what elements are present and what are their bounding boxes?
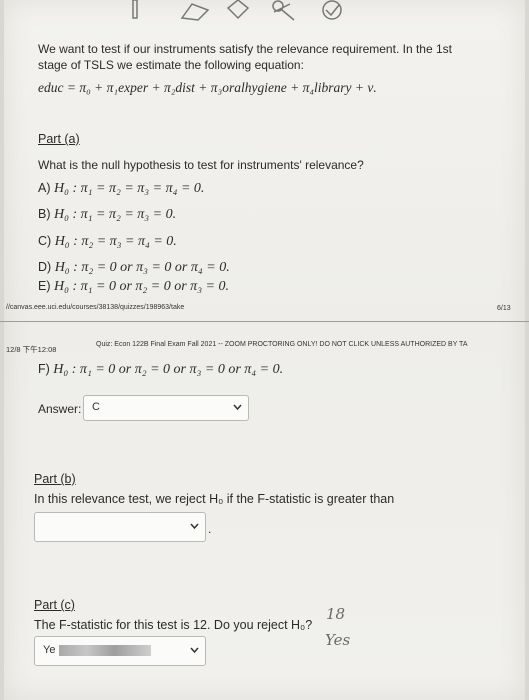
option-d-text: H₀ : π₂ = 0 or π₃ = 0 or π₄ = 0. [54, 260, 230, 275]
option-d-letter: D) [38, 260, 52, 274]
answer-select[interactable]: C [83, 395, 249, 421]
page-sheet [4, 0, 525, 700]
option-c-text: H₀ : π₂ = π₃ = π₄ = 0. [54, 234, 177, 249]
option-f-text: H₀ : π₁ = 0 or π₂ = 0 or π₃ = 0 or π₄ = … [53, 362, 284, 377]
intro-line-2: stage of TSLS we estimate the following … [38, 58, 304, 72]
page-url: //canvas.eee.uci.edu/courses/38138/quizz… [6, 304, 185, 311]
part-c-heading: Part (c) [34, 598, 75, 612]
eraser-icon[interactable] [224, 0, 252, 22]
option-b-text: H₀ : π₁ = π₂ = π₃ = 0. [53, 207, 177, 222]
annotation-toolbar [120, 0, 380, 24]
chevron-down-icon [190, 523, 199, 530]
page-break-divider [0, 321, 529, 322]
redaction-mark [59, 645, 151, 656]
intro-line-1: We want to test if our instruments satis… [38, 42, 452, 56]
part-a-heading: Part (a) [38, 132, 80, 146]
chevron-down-icon [190, 647, 199, 654]
shapes-icon[interactable] [320, 0, 346, 22]
part-b-question: In this relevance test, we reject H₀ if … [34, 492, 395, 506]
rejection-threshold-select[interactable] [34, 512, 206, 542]
pen-icon[interactable] [128, 0, 142, 22]
option-a: A) H₀ : π₁ = π₂ = π₃ = π₄ = 0. [38, 181, 204, 197]
answer-label: Answer: [38, 402, 82, 416]
quiz-title: Quiz: Econ 122B Final Exam Fall 2021 -- … [96, 341, 468, 348]
part-b-period: . [208, 522, 212, 536]
page-number: 6/13 [497, 305, 511, 312]
option-a-letter: A) [38, 181, 51, 195]
chevron-down-icon [233, 404, 242, 411]
part-b-heading: Part (b) [34, 472, 76, 486]
option-d: D) H₀ : π₂ = 0 or π₃ = 0 or π₄ = 0. [38, 260, 230, 276]
option-b: B) H₀ : π₁ = π₂ = π₃ = 0. [38, 207, 176, 223]
part-c-question: The F-statistic for this test is 12. Do … [34, 618, 313, 632]
answer-select-value: C [92, 401, 100, 413]
option-f-letter: F) [38, 362, 50, 376]
option-e: E) H₀ : π₁ = 0 or π₂ = 0 or π₃ = 0. [38, 279, 229, 295]
handwritten-number: 18 [326, 605, 346, 623]
reject-decision-value: Ye [43, 644, 56, 656]
option-b-letter: B) [38, 207, 51, 221]
option-a-text: H₀ : π₁ = π₂ = π₃ = π₄ = 0. [53, 181, 205, 196]
first-stage-equation: educ = π₀ + π₁exper + π₂dist + π₃oralhyg… [38, 80, 377, 95]
print-time: 12/8 下午12:08 [6, 345, 57, 354]
option-e-letter: E) [38, 279, 51, 293]
part-a-question: What is the null hypothesis to test for … [38, 158, 364, 172]
option-c: C) H₀ : π₂ = π₃ = π₄ = 0. [38, 234, 177, 250]
handwritten-answer: Yes [325, 631, 351, 649]
highlighter-icon[interactable] [178, 0, 212, 22]
option-e-text: H₀ : π₁ = 0 or π₂ = 0 or π₃ = 0. [53, 279, 230, 294]
option-f: F) H₀ : π₁ = 0 or π₂ = 0 or π₃ = 0 or π₄… [38, 362, 283, 378]
reject-decision-select[interactable]: Ye [34, 636, 206, 666]
option-c-letter: C) [38, 234, 52, 248]
lasso-icon[interactable] [268, 0, 298, 22]
